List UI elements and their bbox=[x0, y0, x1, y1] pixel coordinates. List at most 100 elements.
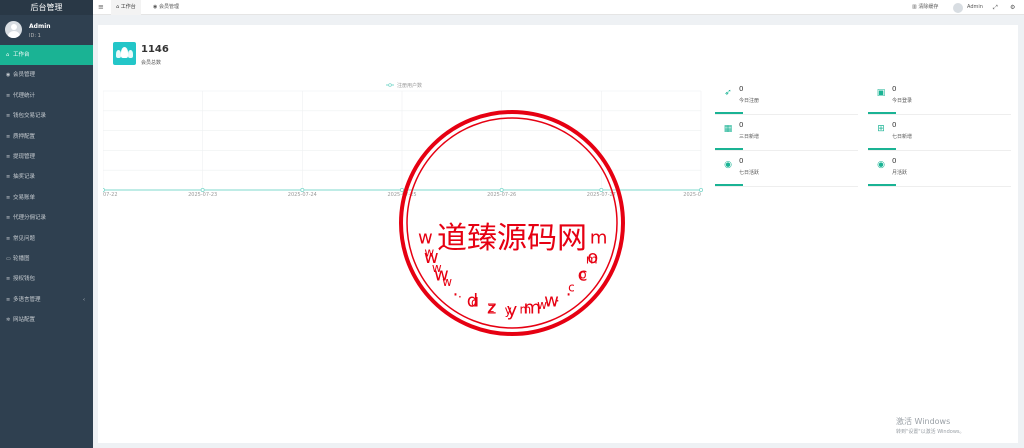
sidebar-item-agent-stats[interactable]: ≡ 代理统计 bbox=[0, 86, 93, 106]
card-label: 今日登录 bbox=[892, 98, 913, 104]
sidebar-item-workbench[interactable]: ⌂ 工作台 bbox=[0, 45, 93, 66]
card-seven-day-new: ⊞ 0 七日新增 bbox=[868, 117, 1011, 151]
tab-members[interactable]: ◉ 会员管理 bbox=[148, 0, 184, 15]
id-card-icon: ▣ bbox=[876, 88, 886, 98]
image-icon: ▭ bbox=[6, 255, 11, 262]
windows-activation-watermark: 激活 Windows 转到"设置"以激活 Windows。 bbox=[896, 416, 965, 435]
card-value: 0 bbox=[892, 157, 897, 165]
chart-data-point bbox=[399, 188, 404, 193]
list-icon: ≡ bbox=[6, 153, 11, 160]
clear-cache-button[interactable]: ▥ 清除缓存 bbox=[912, 0, 938, 15]
list-icon: ≡ bbox=[6, 194, 11, 201]
card-label: 今日注册 bbox=[739, 98, 760, 104]
registration-chart: 07-22 2025-07-23 2025-07-24 2025-07-25 2025-… bbox=[103, 81, 703, 201]
sidebar-item-label: 多语言管理 bbox=[13, 296, 41, 303]
avatar[interactable] bbox=[5, 21, 22, 38]
sidebar-item-wallet-transactions[interactable]: ≡ 钱包交易记录 bbox=[0, 106, 93, 126]
brand-title: 后台管理 bbox=[0, 0, 93, 15]
chevron-left-icon: ‹ bbox=[83, 296, 85, 303]
sidebar-item-label: 轮播图 bbox=[13, 255, 30, 262]
card-value: 0 bbox=[739, 85, 744, 93]
sidebar-menu: ⌂ 工作台 ◉ 会员管理 ≡ 代理统计 ≡ 钱包交易记录 ≡ 质押配置 ≡ 提现管理 ≡ 抽奖… bbox=[0, 45, 93, 330]
sidebar-item-label: 代理统计 bbox=[13, 92, 36, 99]
card-progress-bar bbox=[715, 184, 743, 186]
users-icon bbox=[113, 42, 136, 65]
sidebar-item-label: 代理分佣记录 bbox=[13, 215, 47, 222]
sidebar-item-carousel[interactable]: ▭ 轮播图 bbox=[0, 249, 93, 269]
sidebar-item-label: 网站配置 bbox=[13, 317, 36, 324]
sidebar-item-label: 工作台 bbox=[13, 52, 30, 58]
top-navbar: ≡ ⌂ 工作台 ◉ 会员管理 ▥ 清除缓存 Admin ⤢ ⚙ bbox=[93, 0, 1024, 15]
sidebar-item-authorized-wallets[interactable]: ≡ 授权钱包 bbox=[0, 269, 93, 289]
tab-label: 工作台 bbox=[120, 4, 136, 10]
sidebar-item-lottery-records[interactable]: ≡ 抽奖记录 bbox=[0, 167, 93, 187]
calendar-plus-icon: ⊞ bbox=[877, 124, 885, 134]
sidebar-item-site-config[interactable]: ✲ 网站配置 bbox=[0, 310, 93, 330]
card-progress-bar bbox=[868, 184, 896, 186]
sidebar-item-members[interactable]: ◉ 会员管理 bbox=[0, 65, 93, 85]
card-progress-bar bbox=[868, 112, 896, 114]
rocket-icon: ➶ bbox=[724, 88, 732, 98]
chart-legend-label: 注册用户数 bbox=[397, 82, 422, 89]
sidebar-item-agent-commission[interactable]: ≡ 代理分佣记录 bbox=[0, 208, 93, 228]
chart-svg: 07-22 2025-07-23 2025-07-24 2025-07-25 2025-… bbox=[103, 82, 703, 198]
chart-x-tick-label: 2025-07-23 bbox=[188, 192, 217, 198]
tab-label: 会员管理 bbox=[158, 4, 179, 10]
sidebar-item-withdrawals[interactable]: ≡ 提现管理 bbox=[0, 147, 93, 167]
list-icon: ≡ bbox=[6, 113, 11, 120]
chart-data-point bbox=[103, 188, 105, 192]
sidebar-item-label: 钱包交易记录 bbox=[13, 113, 47, 120]
user-circle-icon: ◉ bbox=[6, 72, 11, 79]
chart-legend-marker bbox=[388, 83, 392, 87]
card-label: 七日新增 bbox=[892, 134, 913, 140]
list-icon: ≡ bbox=[6, 174, 11, 181]
list-icon: ≡ bbox=[6, 215, 11, 222]
card-today-login: ▣ 0 今日登录 bbox=[868, 81, 1011, 115]
sidebar-item-label: 提现管理 bbox=[13, 153, 36, 160]
sidebar-item-label: 授权钱包 bbox=[13, 276, 36, 283]
user-circle-icon: ◉ bbox=[724, 160, 732, 170]
list-icon: ≡ bbox=[6, 92, 11, 99]
card-seven-day-active: ◉ 0 七日活跃 bbox=[715, 153, 858, 187]
tab-workbench[interactable]: ⌂ 工作台 bbox=[111, 0, 141, 15]
sidebar-item-label: 常见问题 bbox=[13, 235, 36, 242]
card-progress-bar bbox=[868, 148, 896, 150]
sidebar-item-label: 抽奖记录 bbox=[13, 174, 36, 181]
sidebar-item-label: 交易账单 bbox=[13, 194, 36, 201]
chart-x-tick-label: 07-22 bbox=[103, 192, 118, 198]
sidebar-item-staking-config[interactable]: ≡ 质押配置 bbox=[0, 127, 93, 147]
card-progress-bar bbox=[715, 112, 743, 114]
sidebar-item-label: 质押配置 bbox=[13, 133, 36, 140]
fullscreen-icon[interactable]: ⤢ bbox=[993, 0, 998, 15]
member-total-label: 会员总数 bbox=[141, 60, 162, 66]
user-circle-icon: ◉ bbox=[877, 160, 885, 170]
list-icon: ≡ bbox=[6, 276, 11, 283]
topbar-avatar[interactable] bbox=[953, 3, 963, 13]
card-label: 月活跃 bbox=[892, 170, 908, 176]
windows-activation-title: 激活 Windows bbox=[896, 417, 951, 426]
menu-toggle-icon[interactable]: ≡ bbox=[98, 0, 104, 15]
dashboard-panel: 1146 会员总数 07-22 2025-07-23 2025-07-24 2025-… bbox=[98, 25, 1018, 443]
chart-x-tick-label: 2025-07-26 bbox=[487, 192, 516, 198]
list-icon: ≡ bbox=[6, 133, 11, 140]
sidebar-item-languages[interactable]: ≡ 多语言管理 ‹ bbox=[0, 290, 93, 310]
list-icon: ≡ bbox=[6, 235, 11, 242]
sidebar: 后台管理 Admin ID: 1 ⌂ 工作台 ◉ 会员管理 ≡ 代理统计 ≡ 钱包交易记… bbox=[0, 0, 93, 448]
card-value: 0 bbox=[892, 121, 897, 129]
user-panel: Admin ID: 1 bbox=[0, 15, 93, 45]
admin-menu[interactable]: Admin bbox=[967, 0, 983, 15]
card-value: 0 bbox=[892, 85, 897, 93]
windows-activation-hint: 转到"设置"以激活 Windows。 bbox=[896, 429, 965, 435]
dashboard-icon: ⌂ bbox=[6, 52, 10, 58]
settings-gear-icon[interactable]: ⚙ bbox=[1010, 0, 1015, 15]
sidebar-item-faq[interactable]: ≡ 常见问题 bbox=[0, 229, 93, 249]
chart-data-point bbox=[300, 188, 305, 193]
gear-icon: ✲ bbox=[6, 317, 11, 324]
calendar-icon: ▦ bbox=[723, 124, 733, 134]
chart-x-tick-label: 2025-0 bbox=[683, 192, 701, 198]
chart-x-tick-label: 2025-07-27 bbox=[587, 192, 616, 198]
sidebar-item-trade-bills[interactable]: ≡ 交易账单 bbox=[0, 188, 93, 208]
chart-data-point bbox=[499, 188, 504, 193]
chart-data-point bbox=[200, 188, 205, 193]
card-progress-bar bbox=[715, 148, 743, 150]
